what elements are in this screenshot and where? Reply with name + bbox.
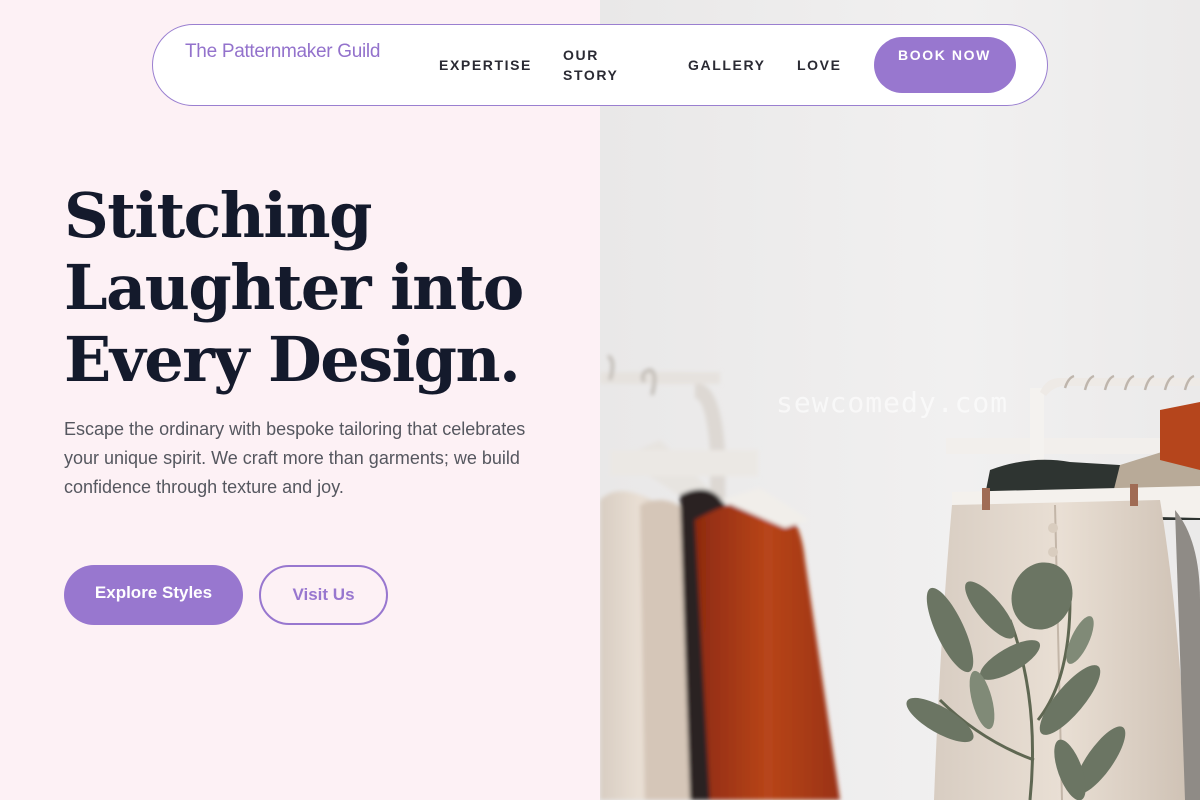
hero-image: sewcomedy.com xyxy=(600,0,1200,800)
navbar: The Patternmaker Guild EXPERTISE OUR STO… xyxy=(152,24,1048,106)
nav-link-expertise[interactable]: EXPERTISE xyxy=(439,55,532,75)
nav-link-gallery[interactable]: GALLERY xyxy=(688,55,766,75)
brand-logo-text[interactable]: The Patternmaker Guild xyxy=(185,38,385,66)
watermark-text: sewcomedy.com xyxy=(776,386,1009,419)
nav-link-love[interactable]: LOVE xyxy=(797,55,842,75)
hero-description: Escape the ordinary with bespoke tailori… xyxy=(64,419,526,497)
explore-styles-button[interactable]: Explore Styles xyxy=(64,565,243,625)
hero-left-panel xyxy=(0,0,600,800)
book-now-button[interactable]: BOOK NOW xyxy=(874,37,1016,93)
visit-us-button[interactable]: Visit Us xyxy=(259,565,388,625)
hero-headline: Stitching Laughter into Every Design. xyxy=(64,179,524,396)
nav-link-our-story[interactable]: OUR STORY xyxy=(563,45,633,85)
